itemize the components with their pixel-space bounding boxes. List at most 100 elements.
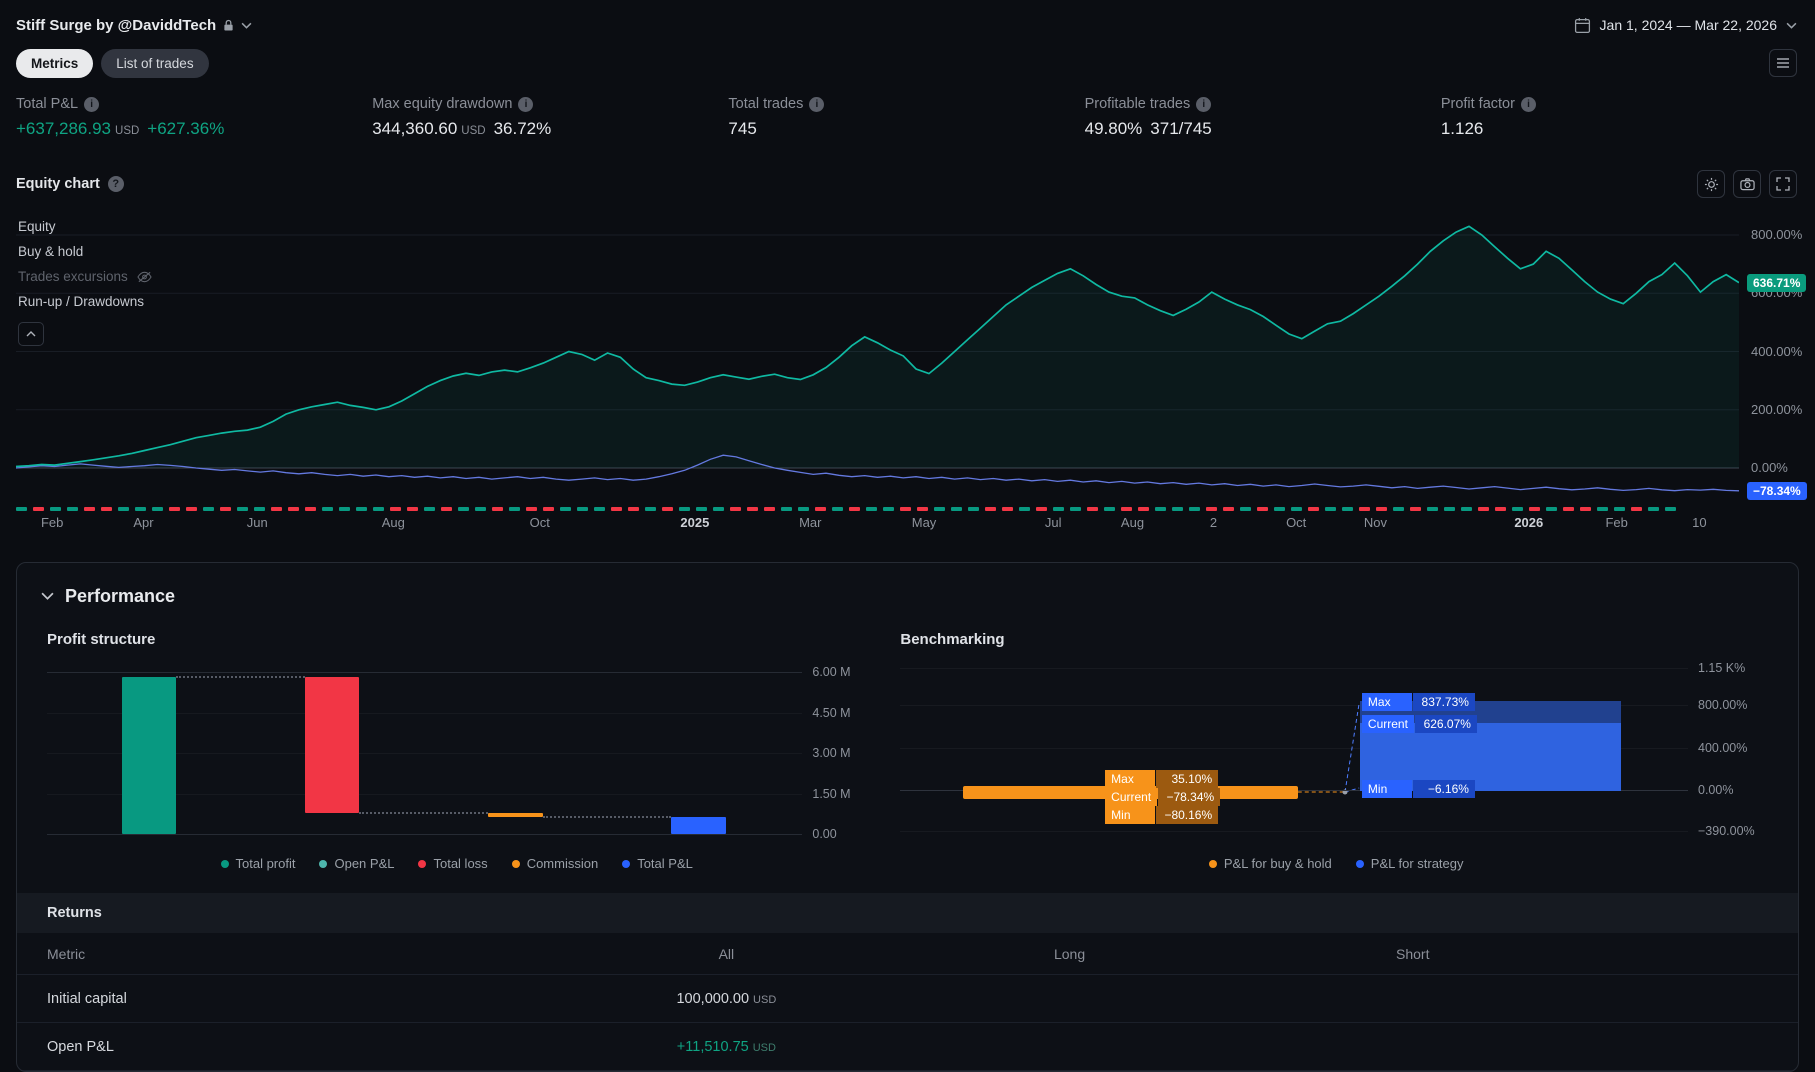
trade-marker <box>1291 507 1302 511</box>
performance-panel: Performance Profit structure 6.00 M 4.50 … <box>16 562 1799 1072</box>
strategy-title-group[interactable]: Stiff Surge by @DaviddTech <box>16 17 252 34</box>
trade-marker <box>662 507 673 511</box>
legend-total-loss[interactable]: Total loss <box>418 856 488 871</box>
x-axis-label: Aug <box>381 515 405 530</box>
snapshot-button[interactable] <box>1733 170 1761 198</box>
trade-marker <box>1274 507 1285 511</box>
legend-label: Commission <box>526 856 599 871</box>
legend-p-l-for-strategy[interactable]: P&L for strategy <box>1355 856 1464 871</box>
y-axis-label: 6.00 M <box>812 665 851 679</box>
legend-dot <box>220 859 229 868</box>
gear-icon <box>1704 177 1718 191</box>
equity-chart-canvas[interactable] <box>16 206 1739 502</box>
trade-marker <box>50 507 61 511</box>
legend-commission[interactable]: Commission <box>511 856 599 871</box>
trade-marker <box>186 507 197 511</box>
metric-value: 344,360.60 <box>372 119 458 138</box>
trade-marker <box>67 507 78 511</box>
lock-icon <box>223 19 234 32</box>
legend-total-profit[interactable]: Total profit <box>220 856 295 871</box>
info-icon[interactable]: i <box>1520 96 1536 112</box>
trade-marker <box>1648 507 1659 511</box>
currency-suffix: USD <box>752 1041 776 1054</box>
profit-structure-card: Profit structure 6.00 M 4.50 M 3.00 M 1.50 … <box>47 617 866 877</box>
trade-marker <box>730 507 741 511</box>
trade-marker <box>1206 507 1217 511</box>
y-axis-label: 1.50 M <box>812 786 851 801</box>
trade-marker <box>1002 507 1013 511</box>
legend-runup-drawdowns[interactable]: Run-up / Drawdowns <box>18 289 152 314</box>
tab-list-of-trades[interactable]: List of trades <box>101 48 209 78</box>
legend-p-l-for-buy-hold[interactable]: P&L for buy & hold <box>1208 856 1332 871</box>
range-value: −6.16% <box>1412 780 1475 798</box>
legend-open-p-l[interactable]: Open P&L <box>319 856 394 871</box>
trade-marker <box>1104 507 1115 511</box>
trade-marker <box>288 507 299 511</box>
row-value-all: 100,000.00 USD <box>676 990 777 1007</box>
trade-marker <box>968 507 979 511</box>
range-label: Max <box>1105 770 1156 788</box>
info-icon[interactable]: i <box>1196 96 1212 112</box>
trade-marker <box>934 507 945 511</box>
collapse-legend-button[interactable] <box>18 322 44 346</box>
benchmarking-title: Benchmarking <box>900 631 1005 648</box>
trade-marker <box>832 507 843 511</box>
chart-settings-button[interactable] <box>1697 170 1725 198</box>
legend-dot <box>1355 859 1364 868</box>
layout-menu-button[interactable] <box>1769 49 1797 77</box>
range-value: −80.16% <box>1156 806 1219 824</box>
legend-total-p-l[interactable]: Total P&L <box>622 856 693 871</box>
metric-value: 1.126 <box>1440 119 1484 138</box>
metric-extra: 371/745 <box>1150 119 1212 138</box>
legend-trades-excursions[interactable]: Trades excursions <box>18 264 152 289</box>
trade-marker <box>305 507 316 511</box>
range-label: Max <box>1361 693 1412 711</box>
profit-structure-plot[interactable] <box>47 666 803 841</box>
equity-chart-header: Equity chart ? <box>0 164 1815 206</box>
help-icon[interactable]: ? <box>107 176 124 192</box>
legend-label: Buy & hold <box>18 244 84 259</box>
legend-label: Run-up / Drawdowns <box>18 294 145 309</box>
info-icon[interactable]: i <box>84 96 100 112</box>
trade-marker <box>1036 507 1047 511</box>
row-metric: Initial capital <box>47 990 127 1007</box>
trade-marker <box>1308 507 1319 511</box>
trade-marker <box>135 507 146 511</box>
legend-label: Equity <box>18 219 56 234</box>
buyhold-last-value-badge: −78.34% <box>1747 481 1807 500</box>
expand-icon <box>1776 177 1790 191</box>
x-axis-label: May <box>911 515 937 530</box>
table-row-initial-capital: Initial capital 100,000.00 USD <box>17 975 1798 1023</box>
x-axis-label: Mar <box>799 515 822 530</box>
trade-marker <box>849 507 860 511</box>
metric-extra: 36.72% <box>493 119 552 138</box>
equity-chart-plot[interactable]: Equity Buy & hold Trades excursions Run-… <box>16 206 1739 538</box>
legend-dot <box>511 859 520 868</box>
legend-dot <box>319 859 328 868</box>
legend-equity[interactable]: Equity <box>18 214 152 239</box>
y-axis-label: 0.00% <box>1751 460 1788 475</box>
trade-marker <box>900 507 911 511</box>
fullscreen-button[interactable] <box>1769 170 1797 198</box>
equity-y-axis[interactable]: 800.00% 600.00% 400.00% 200.00% 0.00% 636.71%… <box>1739 206 1815 538</box>
info-icon[interactable]: i <box>518 96 534 112</box>
trade-marker <box>543 507 554 511</box>
range-value: 837.73% <box>1412 693 1475 711</box>
tab-metrics[interactable]: Metrics <box>16 48 94 78</box>
returns-title: Returns <box>17 893 1798 933</box>
date-range-picker[interactable]: Jan 1, 2024 — Mar 22, 2026 <box>1574 17 1797 34</box>
returns-header-row: Metric All Long Short <box>17 933 1798 975</box>
benchmarking-plot[interactable]: Max 35.10% Current −78.34% Min −80.16% Max 837.… <box>900 666 1688 841</box>
range-value: 35.10% <box>1156 770 1219 788</box>
buyhold-max-row: Max 35.10% <box>1105 770 1219 788</box>
performance-header[interactable]: Performance <box>17 563 1798 617</box>
trade-marker <box>1444 507 1455 511</box>
y-axis-label: 400.00% <box>1751 343 1803 359</box>
legend-label: Total loss <box>433 856 488 871</box>
legend-buy-and-hold[interactable]: Buy & hold <box>18 239 152 264</box>
strategy-max-row: Max 837.73% <box>1361 693 1475 711</box>
info-icon[interactable]: i <box>809 96 825 112</box>
gridline <box>47 672 803 673</box>
bar-total-loss <box>304 676 360 813</box>
legend-label: P&L for strategy <box>1370 856 1464 871</box>
